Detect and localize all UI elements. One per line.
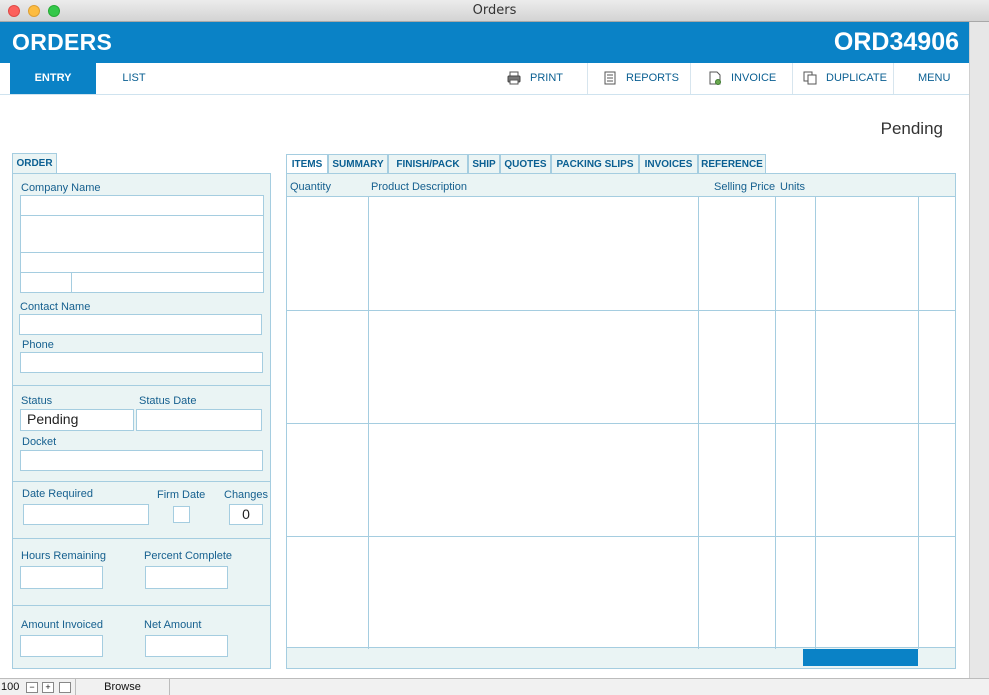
duplicate-button[interactable]: DUPLICATE	[792, 63, 893, 94]
changes-field[interactable]: 0	[229, 504, 263, 525]
zip-field[interactable]	[71, 272, 264, 293]
reports-icon	[604, 71, 616, 85]
vertical-scrollbar[interactable]	[969, 22, 989, 678]
reports-label: REPORTS	[626, 72, 679, 84]
invoice-icon	[709, 71, 721, 85]
firm-date-label: Firm Date	[157, 489, 206, 501]
contact-name-label: Contact Name	[20, 301, 91, 313]
print-label: PRINT	[530, 72, 563, 84]
status-field[interactable]: Pending	[20, 409, 134, 431]
divider	[13, 385, 270, 386]
grid-row-divider	[287, 423, 955, 424]
mode-indicator[interactable]: Browse	[75, 679, 170, 695]
percent-complete-label: Percent Complete	[144, 550, 233, 562]
selling-price-column-header: Selling Price	[714, 181, 776, 193]
menu-label: MENU	[918, 72, 951, 84]
toolbar-toggle-icon[interactable]	[59, 682, 71, 693]
phone-field[interactable]	[20, 352, 263, 373]
hours-remaining-label: Hours Remaining	[21, 550, 106, 562]
invoice-button[interactable]: INVOICE	[690, 63, 792, 94]
reports-button[interactable]: REPORTS	[587, 63, 690, 94]
date-required-field[interactable]	[23, 504, 149, 525]
printer-icon	[507, 71, 521, 85]
tab-ship[interactable]: SHIP	[468, 154, 500, 174]
tab-reference[interactable]: REFERENCE	[698, 154, 766, 174]
zoom-in-icon[interactable]: +	[42, 682, 54, 693]
zoom-out-icon[interactable]: −	[26, 682, 38, 693]
net-amount-field[interactable]	[145, 635, 228, 657]
units-column-header: Units	[780, 181, 806, 193]
tab-list[interactable]: LIST	[96, 63, 172, 94]
amount-invoiced-label: Amount Invoiced	[21, 619, 103, 631]
tab-invoices[interactable]: INVOICES	[639, 154, 698, 174]
address-line2-field[interactable]	[20, 252, 264, 273]
changes-label: Changes	[224, 489, 269, 501]
invoice-label: INVOICE	[731, 72, 777, 84]
date-required-label: Date Required	[22, 488, 93, 500]
phone-label: Phone	[22, 339, 54, 351]
status-date-field[interactable]	[136, 409, 262, 431]
grid-row-divider	[287, 310, 955, 311]
items-grid[interactable]	[287, 196, 955, 649]
percent-complete-field[interactable]	[145, 566, 228, 589]
order-panel: Company Name Contact Name Phone Status S…	[12, 173, 271, 669]
quantity-column-header: Quantity	[290, 181, 331, 193]
company-name-field[interactable]	[20, 195, 264, 216]
status-date-label: Status Date	[139, 395, 197, 407]
tab-summary[interactable]: SUMMARY	[328, 154, 388, 174]
order-id: ORD34906	[833, 28, 959, 56]
tab-packing-slips[interactable]: PACKING SLIPS	[551, 154, 639, 174]
status-display: Pending	[880, 119, 943, 138]
page-title: ORDERS	[12, 29, 113, 55]
window-title: Orders	[472, 3, 517, 18]
tab-quotes[interactable]: QUOTES	[500, 154, 551, 174]
product-description-column-header: Product Description	[371, 181, 467, 193]
total-bar	[803, 649, 918, 666]
net-amount-label: Net Amount	[144, 619, 202, 631]
address-field[interactable]	[20, 215, 264, 253]
tab-entry[interactable]: ENTRY	[10, 63, 96, 94]
duplicate-label: DUPLICATE	[826, 72, 887, 84]
print-button[interactable]: PRINT	[490, 63, 587, 94]
bottom-status-bar: 100 − + Browse	[0, 678, 989, 695]
window-titlebar: Orders	[0, 0, 989, 22]
state-field[interactable]	[20, 272, 72, 293]
divider	[13, 538, 270, 539]
company-name-label: Company Name	[21, 182, 101, 194]
docket-field[interactable]	[20, 450, 263, 471]
tab-items[interactable]: ITEMS	[286, 154, 328, 175]
contact-name-field[interactable]	[19, 314, 262, 335]
duplicate-icon	[803, 71, 817, 85]
menu-button[interactable]: MENU	[893, 63, 969, 94]
amount-invoiced-field[interactable]	[20, 635, 103, 657]
firm-date-checkbox[interactable]	[173, 506, 190, 523]
divider	[13, 481, 270, 482]
app-header: ORDERS ORD34906	[0, 22, 969, 63]
tab-finish-pack[interactable]: FINISH/PACK	[388, 154, 468, 174]
nav-bar: ENTRY LIST PRINT REPORTS INVOICE DUPLICA…	[0, 63, 969, 95]
grid-row-divider	[287, 536, 955, 537]
status-label: Status	[21, 395, 53, 407]
divider	[13, 605, 270, 606]
zoom-level: 100	[1, 681, 20, 693]
docket-label: Docket	[22, 436, 57, 448]
hours-remaining-field[interactable]	[20, 566, 103, 589]
tab-order[interactable]: ORDER	[12, 153, 57, 174]
